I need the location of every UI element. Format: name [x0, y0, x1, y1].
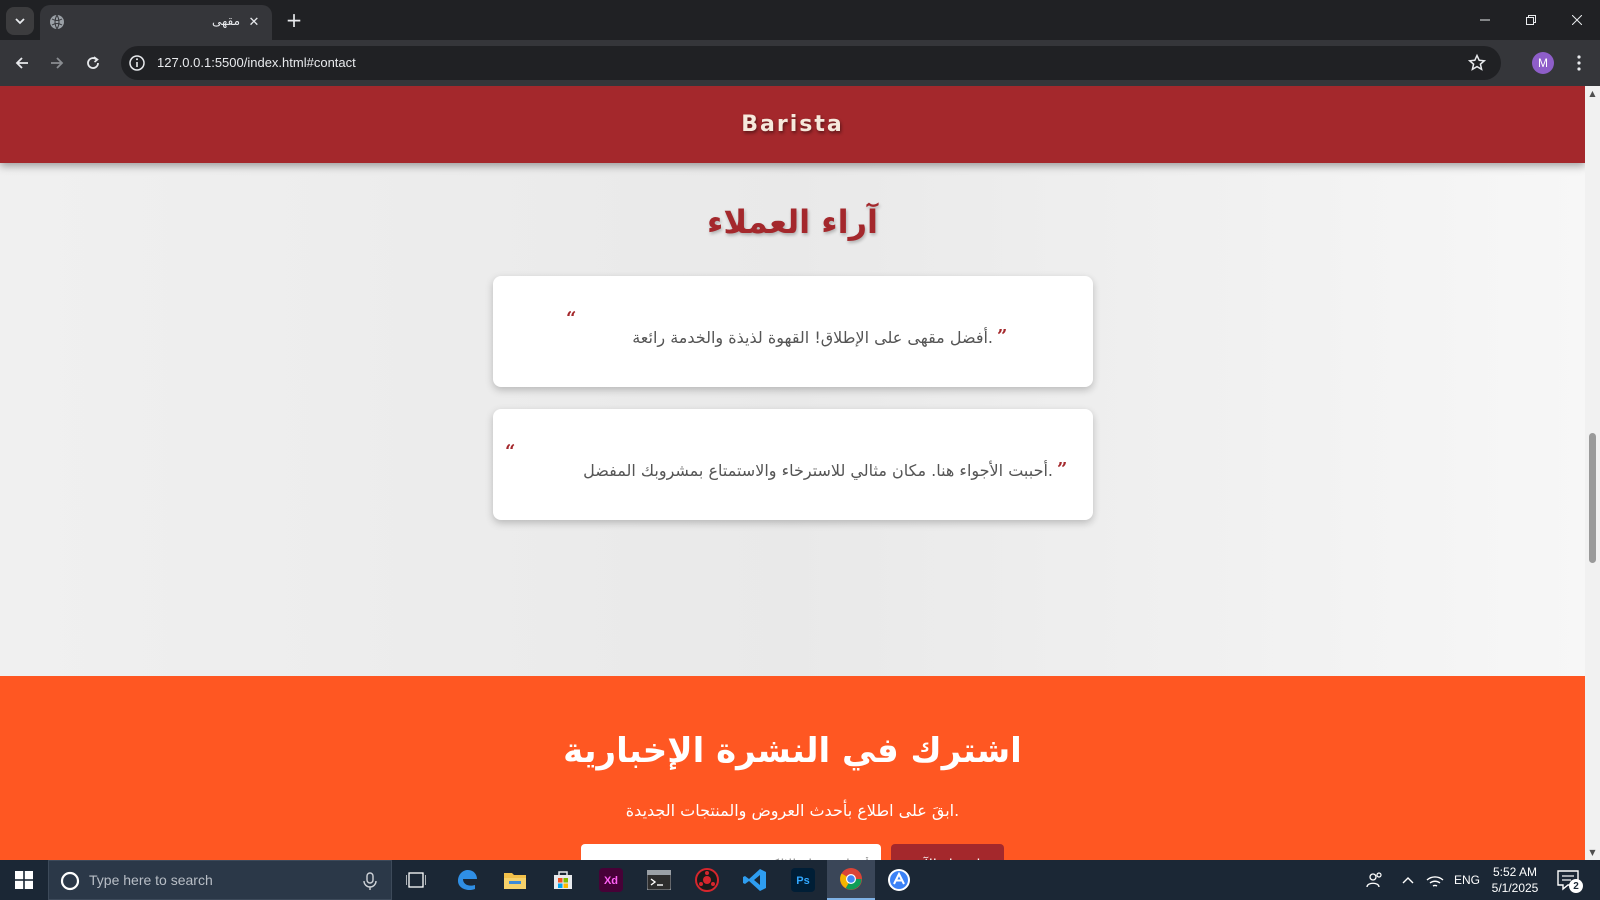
chrome-icon[interactable]: [827, 860, 875, 900]
testimonial-text: .أحببت الأجواء هنا. مكان مثالي للاسترخاء…: [583, 461, 1053, 480]
testimonial-card: “ .أحببت الأجواء هنا. مكان مثالي للاسترخ…: [493, 409, 1093, 520]
photoshop-icon[interactable]: Ps: [779, 860, 827, 900]
notification-badge: 2: [1569, 879, 1583, 893]
network-icon[interactable]: [1422, 860, 1448, 900]
browser-tab[interactable]: مقهى ✕: [40, 5, 272, 40]
testimonial-card: “ .أفضل مقهى على الإطلاق! القهوة لذيذة و…: [493, 276, 1093, 387]
reload-icon: [87, 56, 99, 69]
tab-close-icon[interactable]: ✕: [245, 13, 263, 31]
close-quote-mark: ”: [1057, 459, 1068, 480]
reload-button[interactable]: [81, 51, 105, 75]
minimize-button[interactable]: [1462, 0, 1508, 40]
start-button[interactable]: [0, 860, 48, 900]
globe-icon: [50, 14, 64, 30]
browser-tab-strip: مقهى ✕ +: [0, 0, 1600, 40]
clock-date: 5/1/2025: [1491, 881, 1539, 895]
tab-search-button[interactable]: [6, 7, 34, 35]
testimonial-text: .أفضل مقهى على الإطلاق! القهوة لذيذة وال…: [632, 328, 993, 347]
cortana-icon: [60, 871, 80, 891]
testimonials-section: آراء العملاء “ .أفضل مقهى على الإطلاق! ا…: [0, 163, 1585, 676]
url-text[interactable]: 127.0.0.1:5500/index.html#contact: [157, 55, 356, 70]
file-explorer-icon[interactable]: [491, 860, 539, 900]
people-icon[interactable]: [1360, 860, 1390, 900]
search-placeholder: Type here to search: [89, 872, 213, 888]
edge-icon[interactable]: [443, 860, 491, 900]
close-icon: [1572, 15, 1582, 25]
info-icon[interactable]: [127, 53, 147, 73]
windows-taskbar: Type here to search Xd Ps ENG 5:52 AM 5/…: [0, 860, 1600, 900]
app-icon[interactable]: [875, 860, 923, 900]
site-logo[interactable]: Barista: [741, 112, 843, 137]
task-view-icon[interactable]: [392, 860, 440, 900]
browser-toolbar: 127.0.0.1:5500/index.html#contact M: [0, 40, 1600, 86]
tab-title: مقهى: [211, 14, 240, 28]
site-header: Barista: [0, 86, 1585, 163]
bookmark-star-icon[interactable]: [1467, 53, 1487, 73]
back-button[interactable]: [10, 51, 34, 75]
clock-time: 5:52 AM: [1492, 865, 1538, 879]
scroll-down-arrow-icon[interactable]: ▼: [1585, 845, 1600, 860]
minimize-icon: [1480, 19, 1490, 21]
window-controls: [1462, 0, 1600, 40]
chevron-down-icon: [15, 18, 25, 25]
windows-logo-icon: [15, 871, 33, 889]
profile-avatar[interactable]: M: [1532, 52, 1554, 74]
open-quote-mark: “: [505, 441, 516, 462]
email-input[interactable]: [581, 844, 881, 860]
svg-text:Xd: Xd: [604, 875, 618, 887]
close-quote-mark: ”: [997, 326, 1008, 347]
close-window-button[interactable]: [1554, 0, 1600, 40]
adobe-xd-icon[interactable]: Xd: [587, 860, 635, 900]
page-viewport: Barista آراء العملاء “ .أفضل مقهى على ال…: [0, 86, 1600, 860]
subscribe-button[interactable]: اشترك الآن: [891, 844, 1004, 860]
scrollbar-thumb[interactable]: [1589, 433, 1596, 563]
open-quote-mark: “: [566, 308, 577, 329]
language-indicator[interactable]: ENG: [1450, 860, 1484, 900]
address-bar[interactable]: 127.0.0.1:5500/index.html#contact: [121, 46, 1501, 80]
restore-button[interactable]: [1508, 0, 1554, 40]
show-hidden-icons-icon[interactable]: [1396, 860, 1420, 900]
store-icon[interactable]: [539, 860, 587, 900]
new-tab-button[interactable]: +: [283, 8, 305, 32]
newsletter-subtitle: .ابقَ على اطلاع بأحدث العروض والمنتجات ا…: [625, 801, 960, 820]
svg-text:Ps: Ps: [796, 875, 809, 887]
vscode-icon[interactable]: [731, 860, 779, 900]
microphone-icon[interactable]: [361, 871, 379, 891]
arrow-left-icon: [15, 57, 28, 69]
taskbar-search[interactable]: Type here to search: [48, 860, 392, 900]
browser-menu-button[interactable]: [1569, 51, 1589, 75]
restore-icon: [1526, 15, 1536, 25]
taskbar-clock[interactable]: 5:52 AM 5/1/2025: [1484, 864, 1546, 896]
terminal-icon[interactable]: [635, 860, 683, 900]
page-scrollbar[interactable]: ▲ ▼: [1585, 86, 1600, 860]
scroll-up-arrow-icon[interactable]: ▲: [1585, 86, 1600, 101]
davinci-icon[interactable]: [683, 860, 731, 900]
more-vertical-icon: [1577, 55, 1581, 71]
arrow-right-icon: [51, 57, 64, 69]
section-title: آراء العملاء: [706, 203, 878, 241]
forward-button[interactable]: [45, 51, 69, 75]
newsletter-title: اشترك في النشرة الإخبارية: [563, 731, 1022, 771]
newsletter-section: اشترك في النشرة الإخبارية .ابقَ على اطلا…: [0, 676, 1585, 860]
